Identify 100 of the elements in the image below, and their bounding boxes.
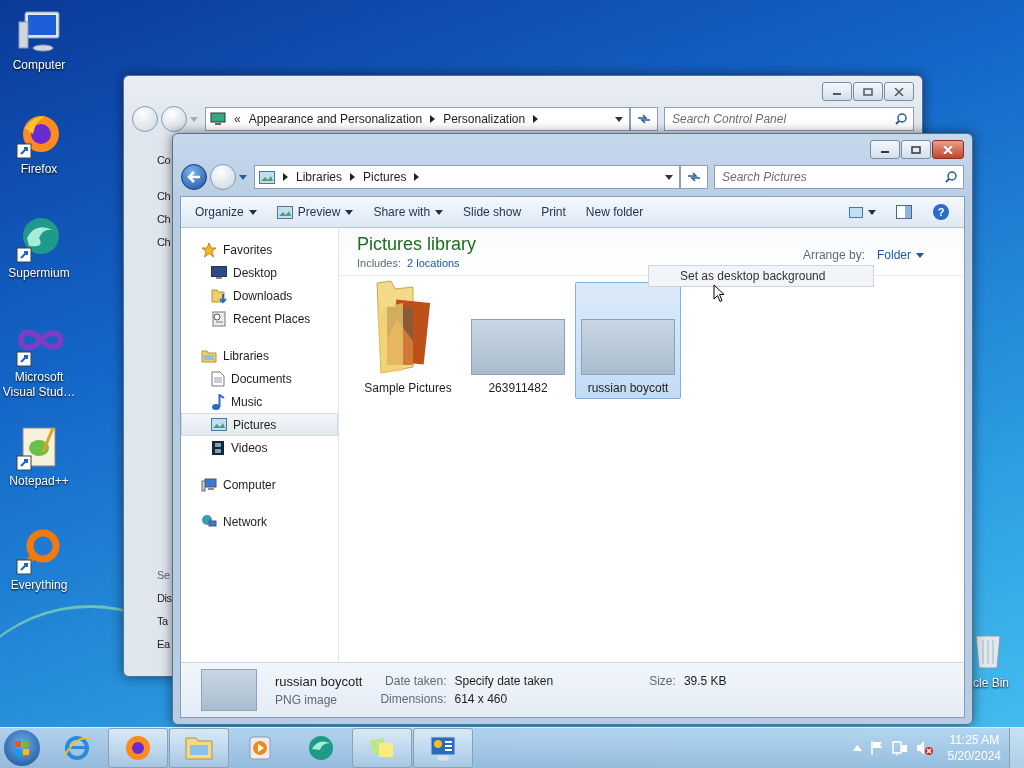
maximize-button[interactable] (901, 140, 931, 159)
nav-item[interactable]: Music (181, 390, 338, 413)
nav-item[interactable]: Libraries (181, 344, 338, 367)
link-text[interactable]: Dis (157, 590, 172, 606)
arrange-label: Arrange by: (802, 248, 865, 262)
includes-label: Includes: (357, 257, 402, 269)
breadcrumb[interactable]: Libraries (296, 170, 343, 184)
image-placeholder (201, 669, 257, 711)
toolbar-button[interactable]: Slide show (455, 201, 530, 223)
breadcrumb-arrow-icon[interactable] (430, 115, 436, 123)
breadcrumb-arrow-icon[interactable] (350, 173, 356, 181)
help-icon: ? (932, 203, 950, 221)
minimize-button[interactable] (870, 140, 900, 159)
desktop-icon-label[interactable]: Firefox (1, 162, 77, 177)
file-item[interactable]: Sample Pictures (355, 282, 461, 399)
taskbar-button[interactable] (413, 728, 473, 768)
taskbar-button[interactable] (108, 728, 168, 768)
forward-button[interactable] (161, 106, 187, 132)
link-text[interactable]: Ch (157, 188, 171, 204)
address-bar[interactable]: Libraries Pictures (254, 165, 680, 189)
search-field[interactable]: Search Pictures (714, 165, 964, 189)
locations-link[interactable]: 2 locations (407, 257, 460, 269)
search-icon (895, 113, 907, 125)
picture-icon (211, 418, 227, 431)
nav-item[interactable]: Favorites (181, 238, 338, 261)
picture-icon (849, 206, 863, 218)
monitor-icon (210, 112, 226, 126)
recent-places-icon (211, 310, 227, 327)
field-value[interactable]: Specify date taken (454, 674, 554, 688)
context-menu-item[interactable]: Set as desktop background (648, 265, 874, 287)
speaker-muted-icon[interactable] (915, 740, 934, 756)
overflow-chevron[interactable]: « (234, 112, 241, 126)
field-label: Size: (649, 674, 676, 688)
nav-item[interactable]: Videos (181, 436, 338, 459)
maximize-icon (863, 87, 873, 96)
control-panel-icon (428, 733, 458, 763)
field-value[interactable]: 39.5 KB (683, 674, 727, 688)
address-bar[interactable]: « Appearance and Personalization Personalization (205, 107, 630, 131)
desktop-icon-label[interactable]: Supermium (1, 266, 77, 281)
desktop-icon-label[interactable]: Microsoft Visual Stud… (1, 370, 77, 400)
toolbar-button[interactable]: Share with (365, 201, 452, 223)
back-button[interactable] (181, 164, 207, 190)
close-icon (943, 145, 953, 154)
desktop-icon-label[interactable]: Notepad++ (1, 474, 77, 489)
refresh-button[interactable] (680, 165, 708, 189)
breadcrumb[interactable]: Personalization (443, 112, 526, 126)
nav-item[interactable]: Downloads (181, 284, 338, 307)
nav-item[interactable]: Documents (181, 367, 338, 390)
dropdown-arrow-icon[interactable] (615, 116, 623, 122)
breadcrumb-arrow-icon[interactable] (533, 115, 539, 123)
minimize-button[interactable] (822, 82, 852, 101)
nav-item[interactable]: Network (181, 510, 338, 533)
maximize-button[interactable] (853, 82, 883, 101)
toolbar-button[interactable]: Organize (187, 201, 265, 223)
refresh-icon (637, 113, 651, 125)
document-icon (211, 370, 225, 387)
breadcrumb-arrow-icon[interactable] (414, 173, 420, 181)
nav-item[interactable]: Computer (181, 473, 338, 496)
refresh-button[interactable] (630, 107, 658, 131)
desktop-icon-label[interactable]: Everything (1, 578, 77, 593)
network-icon (201, 514, 217, 529)
help-button[interactable]: ? (924, 199, 958, 225)
close-button[interactable] (884, 82, 914, 101)
desktop-icon-label[interactable]: Computer (1, 58, 77, 73)
file-name: russian boycott (275, 673, 363, 689)
link-text[interactable]: Ta (157, 613, 168, 629)
link-text[interactable]: Ch (157, 234, 171, 250)
star-icon (201, 241, 217, 258)
film-icon (211, 439, 225, 456)
arrange-dropdown[interactable]: Folder (877, 248, 924, 262)
breadcrumb[interactable]: Appearance and Personalization (248, 112, 423, 126)
download-folder-icon (211, 287, 227, 304)
toolbar-button[interactable]: Preview (268, 201, 362, 223)
breadcrumb-arrow-icon[interactable] (283, 173, 288, 181)
start-button[interactable] (4, 730, 40, 766)
link-text[interactable]: Se (157, 567, 170, 583)
music-note-icon (211, 393, 225, 410)
toolbar-button[interactable]: New folder (577, 201, 652, 223)
field-value[interactable]: 614 x 460 (454, 692, 554, 706)
link-text[interactable]: Ch (157, 211, 171, 227)
windows-logo-icon (14, 740, 30, 756)
picture-icon (259, 170, 275, 184)
close-button[interactable] (932, 140, 964, 159)
nav-item[interactable]: Recent Places (181, 307, 338, 330)
field-label: Dimensions: (380, 692, 447, 706)
desktop-icon (211, 266, 227, 279)
breadcrumb[interactable]: Pictures (363, 170, 407, 184)
search-field[interactable]: Search Control Panel (664, 107, 914, 131)
file-item[interactable]: 263911482 (465, 282, 571, 399)
pane-icon (896, 205, 912, 219)
nav-item[interactable]: Desktop (181, 261, 338, 284)
nav-item[interactable]: Pictures (181, 413, 338, 436)
toolbar-button[interactable]: Print (533, 201, 574, 223)
maximize-icon (911, 145, 921, 154)
e-icon (62, 733, 92, 763)
link-text[interactable]: Co (157, 152, 171, 168)
dropdown-arrow-icon[interactable] (665, 174, 673, 180)
picture-icon (276, 205, 293, 219)
link-text[interactable]: Ea (157, 636, 170, 652)
file-item[interactable]: russian boycott (575, 282, 681, 399)
